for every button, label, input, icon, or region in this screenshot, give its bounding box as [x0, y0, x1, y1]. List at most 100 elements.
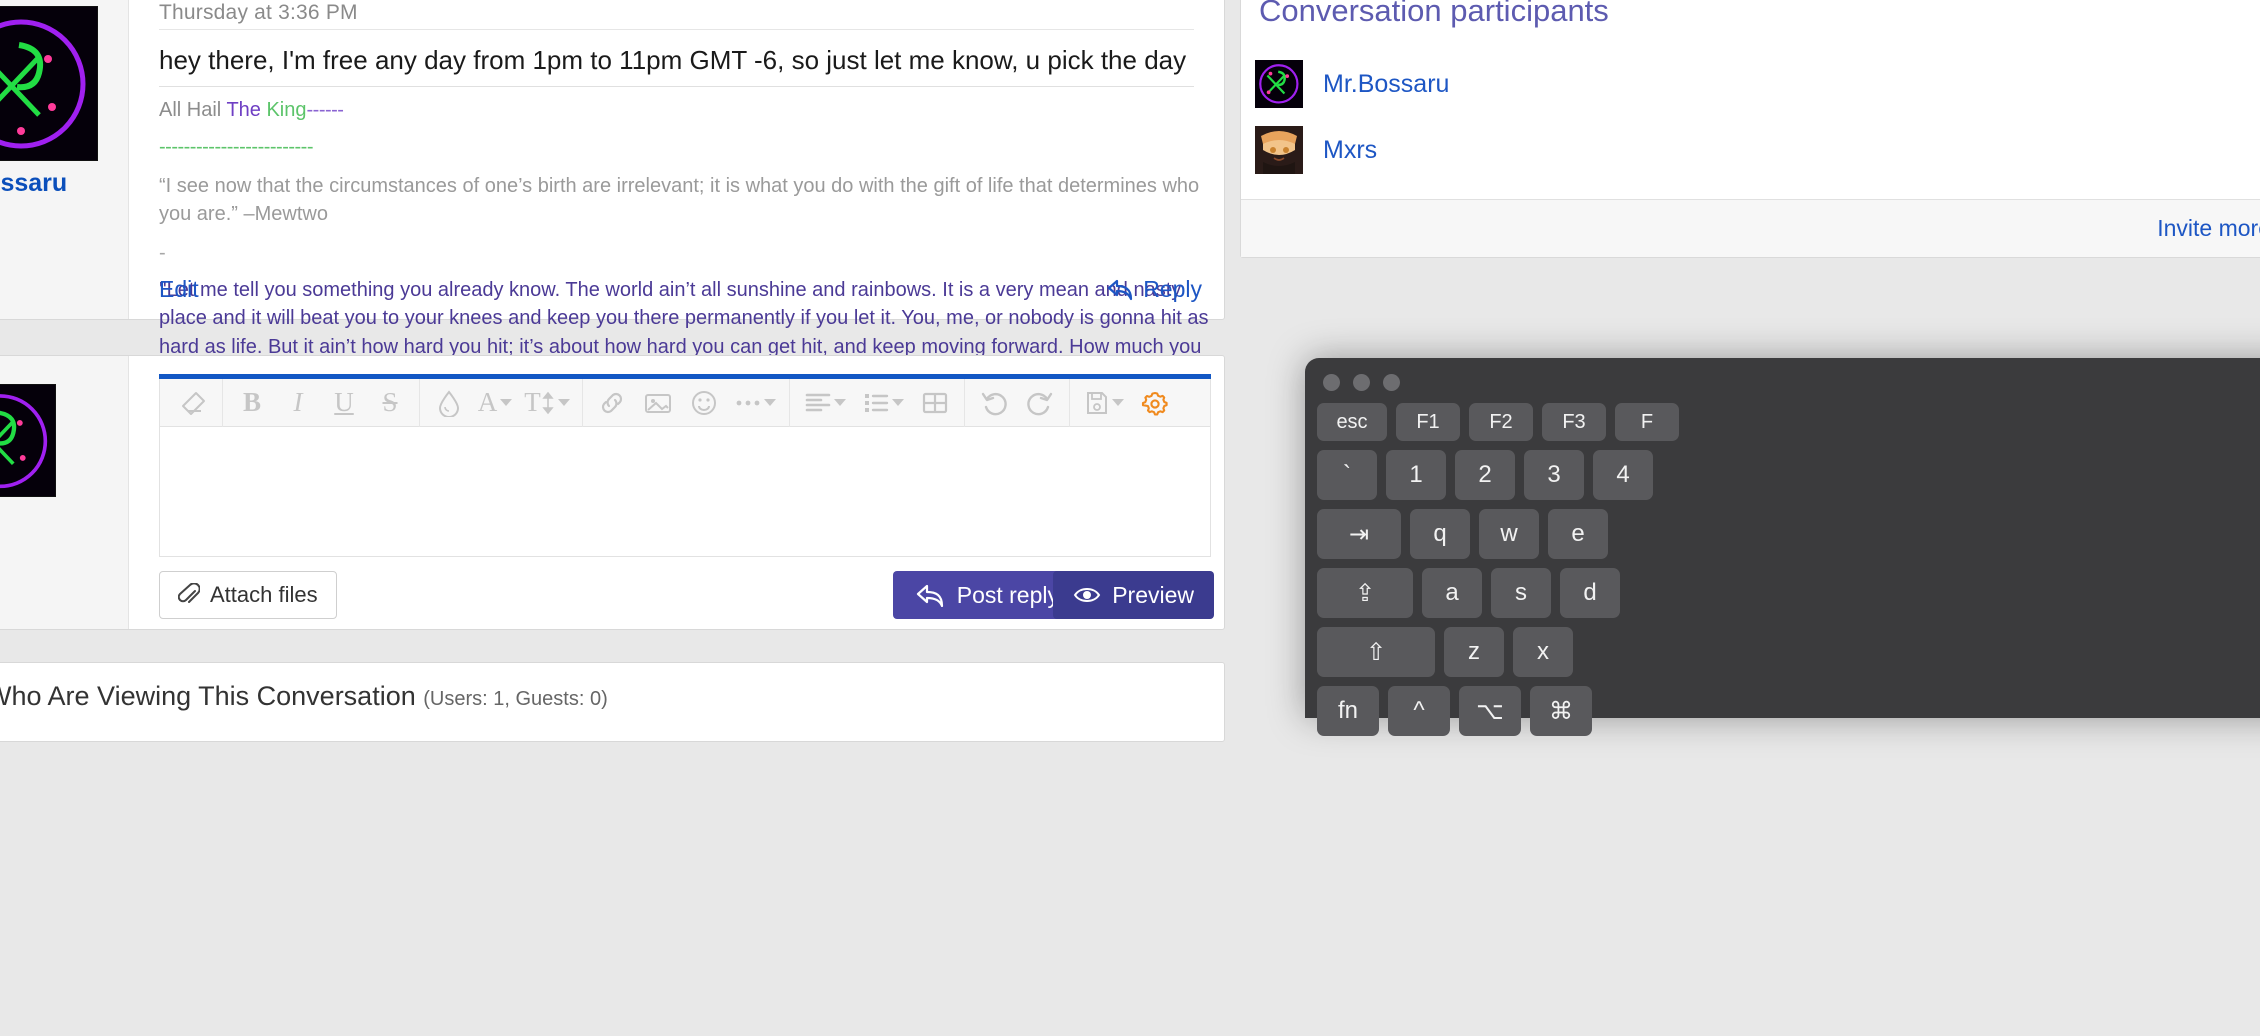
- toolbar-group-format: B I U S: [223, 378, 420, 427]
- participant-name[interactable]: Mr.Bossaru: [1323, 70, 1449, 99]
- key-q[interactable]: q: [1410, 509, 1470, 559]
- undo-icon[interactable]: [971, 383, 1017, 423]
- italic-icon[interactable]: I: [275, 383, 321, 423]
- sig-line1-green: King: [266, 99, 307, 121]
- sig-line1-purple: The: [226, 99, 267, 121]
- sig-line1-dashes: ------: [306, 99, 344, 121]
- insert-image-icon[interactable]: [635, 383, 681, 423]
- viewing-counts: (Users: 1, Guests: 0): [423, 688, 608, 710]
- key-d[interactable]: d: [1560, 568, 1620, 618]
- key-x[interactable]: x: [1513, 627, 1573, 677]
- key-f1[interactable]: F1: [1396, 403, 1460, 441]
- key-1[interactable]: 1: [1386, 450, 1446, 500]
- eye-icon: [1074, 588, 1101, 602]
- insert-table-icon[interactable]: [912, 383, 958, 423]
- strikethrough-icon[interactable]: S: [367, 383, 413, 423]
- participant-name[interactable]: Mxrs: [1323, 136, 1377, 165]
- key-esc[interactable]: esc: [1317, 403, 1387, 441]
- participant-row[interactable]: Mxrs: [1241, 117, 2260, 183]
- edit-button[interactable]: Edit: [159, 276, 199, 302]
- post-timestamp: Thursday at 3:36 PM: [159, 1, 358, 24]
- key-tab[interactable]: ⇥: [1317, 509, 1401, 559]
- key-fn[interactable]: fn: [1317, 686, 1379, 736]
- minimize-icon[interactable]: [1353, 374, 1370, 391]
- chevron-down-icon: [891, 399, 904, 406]
- virtual-keyboard-overlay[interactable]: esc F1 F2 F3 F ` 1 2 3 4 ⇥ q w e ⇪ a s d…: [1305, 358, 2260, 736]
- reply-label: Reply: [1143, 276, 1202, 302]
- participant-avatar[interactable]: [1255, 126, 1303, 174]
- key-shift[interactable]: ⇧: [1317, 627, 1435, 677]
- sig-line2-dashes: -------------------------: [159, 136, 314, 159]
- reply-editor-card: B I U S A T Attach files Post reply Prev…: [0, 355, 1225, 630]
- sig-quote-mewtwo: “I see now that the circumstances of one…: [159, 174, 1200, 226]
- key-2[interactable]: 2: [1455, 450, 1515, 500]
- chevron-down-icon: [500, 399, 513, 406]
- keyboard-function-row: esc F1 F2 F3 F: [1317, 403, 2260, 441]
- attach-files-button[interactable]: Attach files: [159, 571, 337, 619]
- avatar-image: [0, 7, 97, 160]
- font-size-icon[interactable]: T: [518, 383, 576, 423]
- drafts-icon[interactable]: [1076, 383, 1132, 423]
- key-z[interactable]: z: [1444, 627, 1504, 677]
- maximize-icon[interactable]: [1383, 374, 1400, 391]
- toolbar-group-extras: [1070, 379, 1184, 427]
- key-s[interactable]: s: [1491, 568, 1551, 618]
- avatar[interactable]: [0, 6, 98, 161]
- key-e[interactable]: e: [1548, 509, 1608, 559]
- key-a[interactable]: a: [1422, 568, 1482, 618]
- keyboard-number-row: ` 1 2 3 4: [1317, 450, 2260, 500]
- toolbar-group-insert: [583, 378, 790, 427]
- bold-icon[interactable]: B: [229, 383, 275, 423]
- key-command[interactable]: ⌘: [1530, 686, 1592, 736]
- emoji-icon[interactable]: [681, 383, 727, 423]
- keyboard-modifier-row: fn ^ ⌥ ⌘: [1317, 686, 2260, 736]
- text-align-icon[interactable]: [796, 383, 854, 423]
- key-3[interactable]: 3: [1524, 450, 1584, 500]
- key-f2[interactable]: F2: [1469, 403, 1533, 441]
- bullet-list-icon[interactable]: [854, 383, 912, 423]
- post-action-bar: Edit Reply: [159, 276, 1202, 316]
- key-control[interactable]: ^: [1388, 686, 1450, 736]
- sig-line1-gray: All Hail: [159, 99, 227, 121]
- close-icon[interactable]: [1323, 374, 1340, 391]
- key-4[interactable]: 4: [1593, 450, 1653, 500]
- key-backtick[interactable]: `: [1317, 450, 1377, 500]
- participant-avatar[interactable]: [1255, 60, 1303, 108]
- viewing-conversation-card: ers Who Are Viewing This Conversation (U…: [0, 662, 1225, 742]
- chevron-down-icon: [1111, 399, 1124, 406]
- preview-button[interactable]: Preview: [1053, 571, 1214, 619]
- key-f3[interactable]: F3: [1542, 403, 1606, 441]
- preview-label: Preview: [1112, 581, 1194, 608]
- insert-link-icon[interactable]: [589, 383, 635, 423]
- editor-settings-icon[interactable]: [1132, 383, 1178, 423]
- remove-formatting-icon[interactable]: [170, 383, 216, 423]
- more-options-icon[interactable]: [727, 383, 783, 423]
- font-family-icon[interactable]: A: [472, 383, 518, 423]
- redo-icon[interactable]: [1017, 383, 1063, 423]
- editor-avatar[interactable]: [0, 384, 56, 497]
- key-option[interactable]: ⌥: [1459, 686, 1521, 736]
- key-capslock[interactable]: ⇪: [1317, 568, 1413, 618]
- chevron-down-icon: [833, 399, 846, 406]
- viewing-title-text: ers Who Are Viewing This Conversation: [0, 681, 416, 711]
- toolbar-group-history: [965, 378, 1070, 427]
- chevron-down-icon: [763, 399, 776, 406]
- participant-row[interactable]: Mr.Bossaru: [1241, 51, 2260, 117]
- keyboard-home-row: ⇪ a s d: [1317, 568, 2260, 618]
- reply-arrow-icon: [916, 584, 943, 607]
- invite-more-button[interactable]: Invite more: [2157, 215, 2260, 242]
- key-f4[interactable]: F: [1615, 403, 1679, 441]
- editor-main: B I U S A T Attach files Post reply Prev…: [159, 374, 1214, 631]
- reply-button[interactable]: Reply: [1106, 276, 1202, 303]
- toolbar-group-blocks: [790, 378, 965, 427]
- window-controls: [1317, 368, 2260, 403]
- viewing-title: ers Who Are Viewing This Conversation (U…: [0, 681, 608, 712]
- post-author-name[interactable]: Mr.Bossaru: [0, 169, 131, 198]
- text-color-icon[interactable]: [426, 383, 472, 423]
- divider: [159, 29, 1194, 30]
- underline-icon[interactable]: U: [321, 383, 367, 423]
- message-post-card: Mr.Bossaru Thursday at 3:36 PM hey there…: [0, 0, 1225, 415]
- key-w[interactable]: w: [1479, 509, 1539, 559]
- reply-text-area[interactable]: [159, 427, 1211, 557]
- attach-files-label: Attach files: [210, 582, 318, 607]
